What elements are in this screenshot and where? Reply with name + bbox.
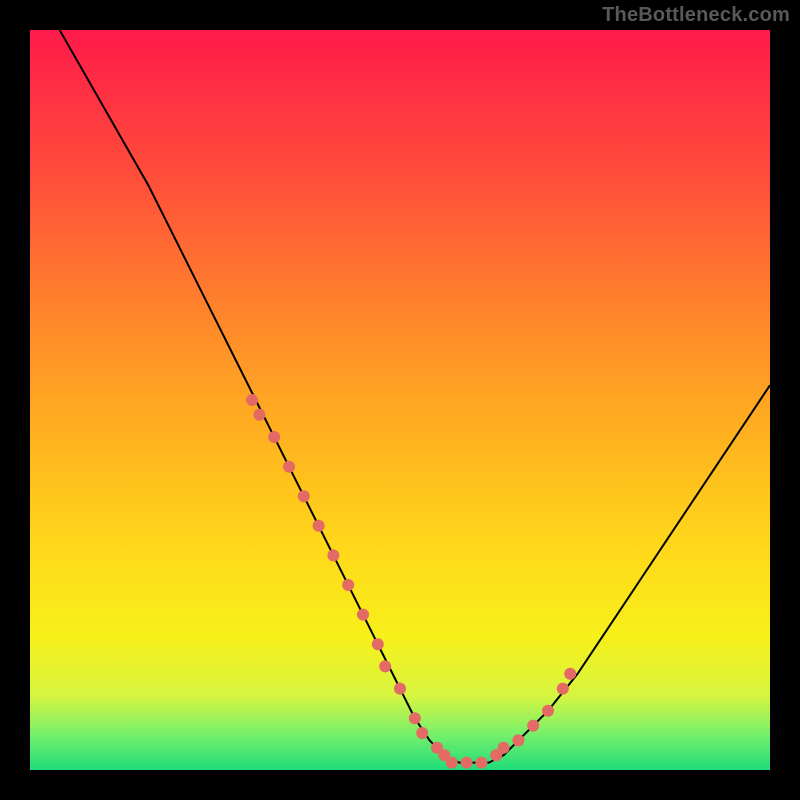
highlight-dot	[461, 757, 473, 769]
highlight-dot	[394, 683, 406, 695]
highlight-dot	[298, 490, 310, 502]
highlight-dot	[557, 683, 569, 695]
highlight-dot	[446, 757, 458, 769]
highlight-dot	[253, 409, 265, 421]
chart-frame: TheBottleneck.com	[0, 0, 800, 800]
highlight-dot	[542, 705, 554, 717]
highlight-dot	[409, 712, 421, 724]
highlight-dot	[357, 609, 369, 621]
highlight-dot	[268, 431, 280, 443]
highlight-dot	[342, 579, 354, 591]
highlight-dot	[564, 668, 576, 680]
highlight-dot	[379, 660, 391, 672]
chart-svg	[30, 30, 770, 770]
watermark-text: TheBottleneck.com	[602, 4, 790, 27]
highlight-dot	[527, 720, 539, 732]
highlight-dot	[512, 734, 524, 746]
gradient-background	[30, 30, 770, 770]
highlight-dot	[372, 638, 384, 650]
highlight-dot	[246, 394, 258, 406]
highlight-dot	[313, 520, 325, 532]
highlight-dot	[327, 549, 339, 561]
highlight-dot	[475, 757, 487, 769]
plot-area	[30, 30, 770, 770]
highlight-dot	[416, 727, 428, 739]
highlight-dot	[283, 461, 295, 473]
highlight-dot	[498, 742, 510, 754]
